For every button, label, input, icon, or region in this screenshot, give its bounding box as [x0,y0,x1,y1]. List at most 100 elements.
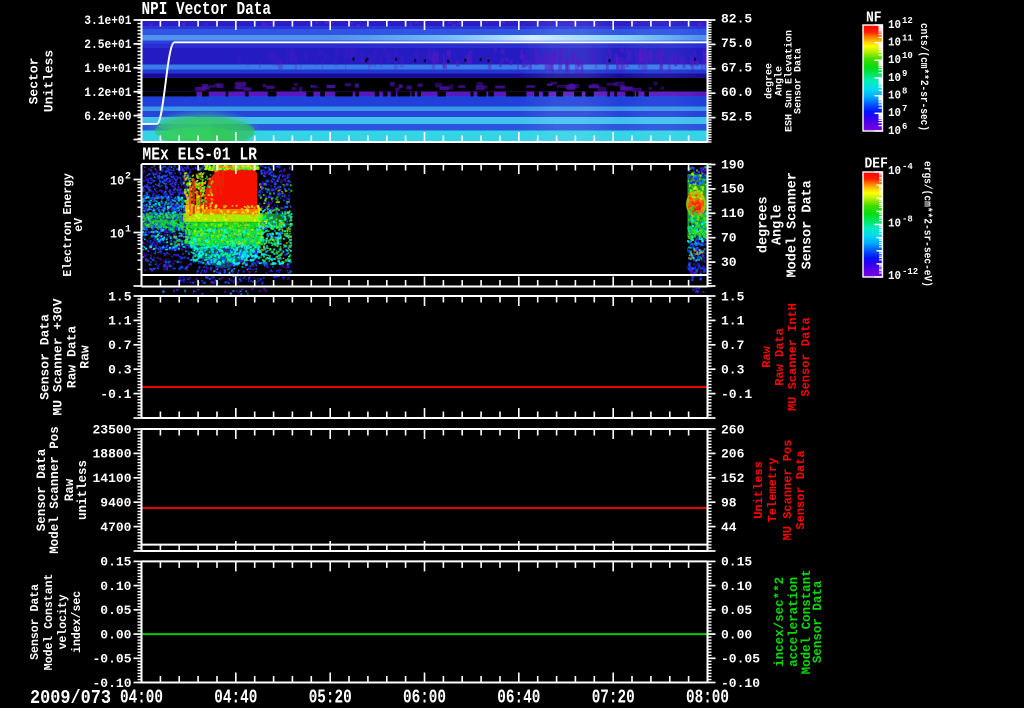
svg-text:1.2e+01: 1.2e+01 [84,85,131,100]
svg-text:0.10: 0.10 [100,579,131,594]
svg-text:10: 10 [888,90,901,103]
svg-text:150: 150 [721,182,745,197]
svg-text:10: 10 [110,227,124,242]
svg-text:NPI Vector Data: NPI Vector Data [142,0,272,21]
svg-text:velocity: velocity [57,594,70,649]
svg-text:degree: degree [763,63,775,99]
svg-text:44: 44 [721,520,737,535]
svg-text:12: 12 [902,16,913,26]
svg-text:2: 2 [125,172,131,183]
svg-text:Model Scanner Pos: Model Scanner Pos [48,426,62,554]
svg-text:06:00: 06:00 [403,687,446,708]
svg-text:ergs/(cm**2-sr-sec-eV): ergs/(cm**2-sr-sec-eV) [921,161,933,287]
svg-text:degrees: degrees [757,196,772,253]
svg-text:14100: 14100 [92,471,131,486]
svg-text:10: 10 [888,107,901,120]
svg-text:67.5: 67.5 [721,61,752,76]
svg-text:eV: eV [73,218,86,232]
svg-text:4700: 4700 [100,520,131,535]
svg-text:0.7: 0.7 [721,338,744,353]
svg-text:0.15: 0.15 [100,555,131,570]
svg-text:Raw: Raw [77,345,92,369]
svg-text:3.1e+01: 3.1e+01 [84,13,131,28]
svg-text:Model Constant: Model Constant [43,574,56,671]
svg-text:260: 260 [721,422,745,437]
svg-text:10: 10 [888,54,901,67]
svg-text:Raw Data: Raw Data [773,328,787,386]
svg-text:10: 10 [902,51,913,61]
svg-text:MEx ELS-01 LR: MEx ELS-01 LR [142,145,257,166]
svg-text:18800: 18800 [92,447,131,462]
svg-text:10: 10 [888,19,901,32]
svg-text:-12: -12 [902,267,918,277]
svg-text:1.5: 1.5 [721,289,745,304]
svg-text:Model Constant: Model Constant [800,569,814,674]
svg-text:0.00: 0.00 [100,627,131,642]
svg-text:-4: -4 [902,162,913,172]
svg-text:7: 7 [902,104,907,114]
svg-text:0.3: 0.3 [108,363,132,378]
svg-text:10: 10 [888,125,901,138]
svg-text:index/sec: index/sec [71,591,84,653]
svg-text:0.05: 0.05 [100,603,131,618]
svg-text:incex/sec**2: incex/sec**2 [773,577,787,667]
svg-text:10: 10 [888,165,901,178]
svg-text:Sector: Sector [26,58,41,105]
svg-text:0.7: 0.7 [108,338,131,353]
svg-text:Unitless: Unitless [752,461,766,519]
svg-text:0.15: 0.15 [721,555,752,570]
svg-text:04:40: 04:40 [214,687,257,708]
svg-text:8: 8 [902,87,907,97]
svg-text:10: 10 [110,174,124,189]
svg-text:MU Scanner +30V: MU Scanner +30V [50,298,65,415]
svg-text:MU Scanner IntH: MU Scanner IntH [786,303,800,411]
svg-text:0.3: 0.3 [721,363,745,378]
svg-text:-8: -8 [902,214,913,224]
svg-text:cnts/(cm**2-sr-sec): cnts/(cm**2-sr-sec) [917,23,929,131]
svg-text:11: 11 [902,34,913,44]
svg-text:-0.05: -0.05 [92,652,131,667]
svg-text:Sensor Data: Sensor Data [794,450,808,529]
svg-text:1.1: 1.1 [108,314,132,329]
svg-text:10: 10 [888,217,901,230]
svg-text:Sensor Data: Sensor Data [799,317,813,396]
svg-text:-0.1: -0.1 [100,387,131,402]
svg-text:10: 10 [888,270,901,283]
svg-text:9400: 9400 [100,496,131,511]
svg-text:1.9e+01: 1.9e+01 [84,61,131,76]
svg-text:110: 110 [721,206,745,221]
svg-text:30: 30 [721,255,737,270]
svg-text:MU Scanner Pos: MU Scanner Pos [781,440,795,541]
svg-text:Model Scanner: Model Scanner [786,172,801,277]
svg-text:23500: 23500 [92,422,131,437]
svg-text:2009/073: 2009/073 [30,688,111,708]
svg-text:98: 98 [721,496,737,511]
svg-text:-0.1: -0.1 [721,387,752,402]
svg-text:1: 1 [125,225,131,236]
svg-text:Raw: Raw [760,345,774,367]
svg-text:1.5: 1.5 [108,289,132,304]
svg-text:70: 70 [721,231,737,246]
svg-text:1.1: 1.1 [721,314,745,329]
svg-text:Raw: Raw [63,478,77,501]
svg-text:04:00: 04:00 [120,687,163,708]
svg-text:acceleration: acceleration [787,577,801,667]
svg-text:Sensor Data: Sensor Data [801,180,816,269]
svg-text:DEF: DEF [865,157,888,173]
svg-text:06:40: 06:40 [497,687,540,708]
svg-text:10: 10 [888,37,901,50]
svg-text:0.00: 0.00 [721,627,752,642]
svg-text:52.5: 52.5 [721,110,752,125]
svg-text:08:00: 08:00 [686,687,729,708]
svg-text:6: 6 [902,122,907,132]
svg-text:Sensor Data: Sensor Data [35,448,49,531]
svg-text:Telemetry: Telemetry [766,458,780,523]
svg-text:-0.05: -0.05 [721,652,760,667]
svg-text:0.05: 0.05 [721,603,752,618]
svg-text:Unitless: Unitless [41,50,56,113]
svg-text:Angle: Angle [771,205,786,246]
svg-text:60.0: 60.0 [721,85,752,100]
svg-text:82.5: 82.5 [721,12,752,27]
svg-text:75.0: 75.0 [721,36,752,51]
svg-text:152: 152 [721,471,745,486]
